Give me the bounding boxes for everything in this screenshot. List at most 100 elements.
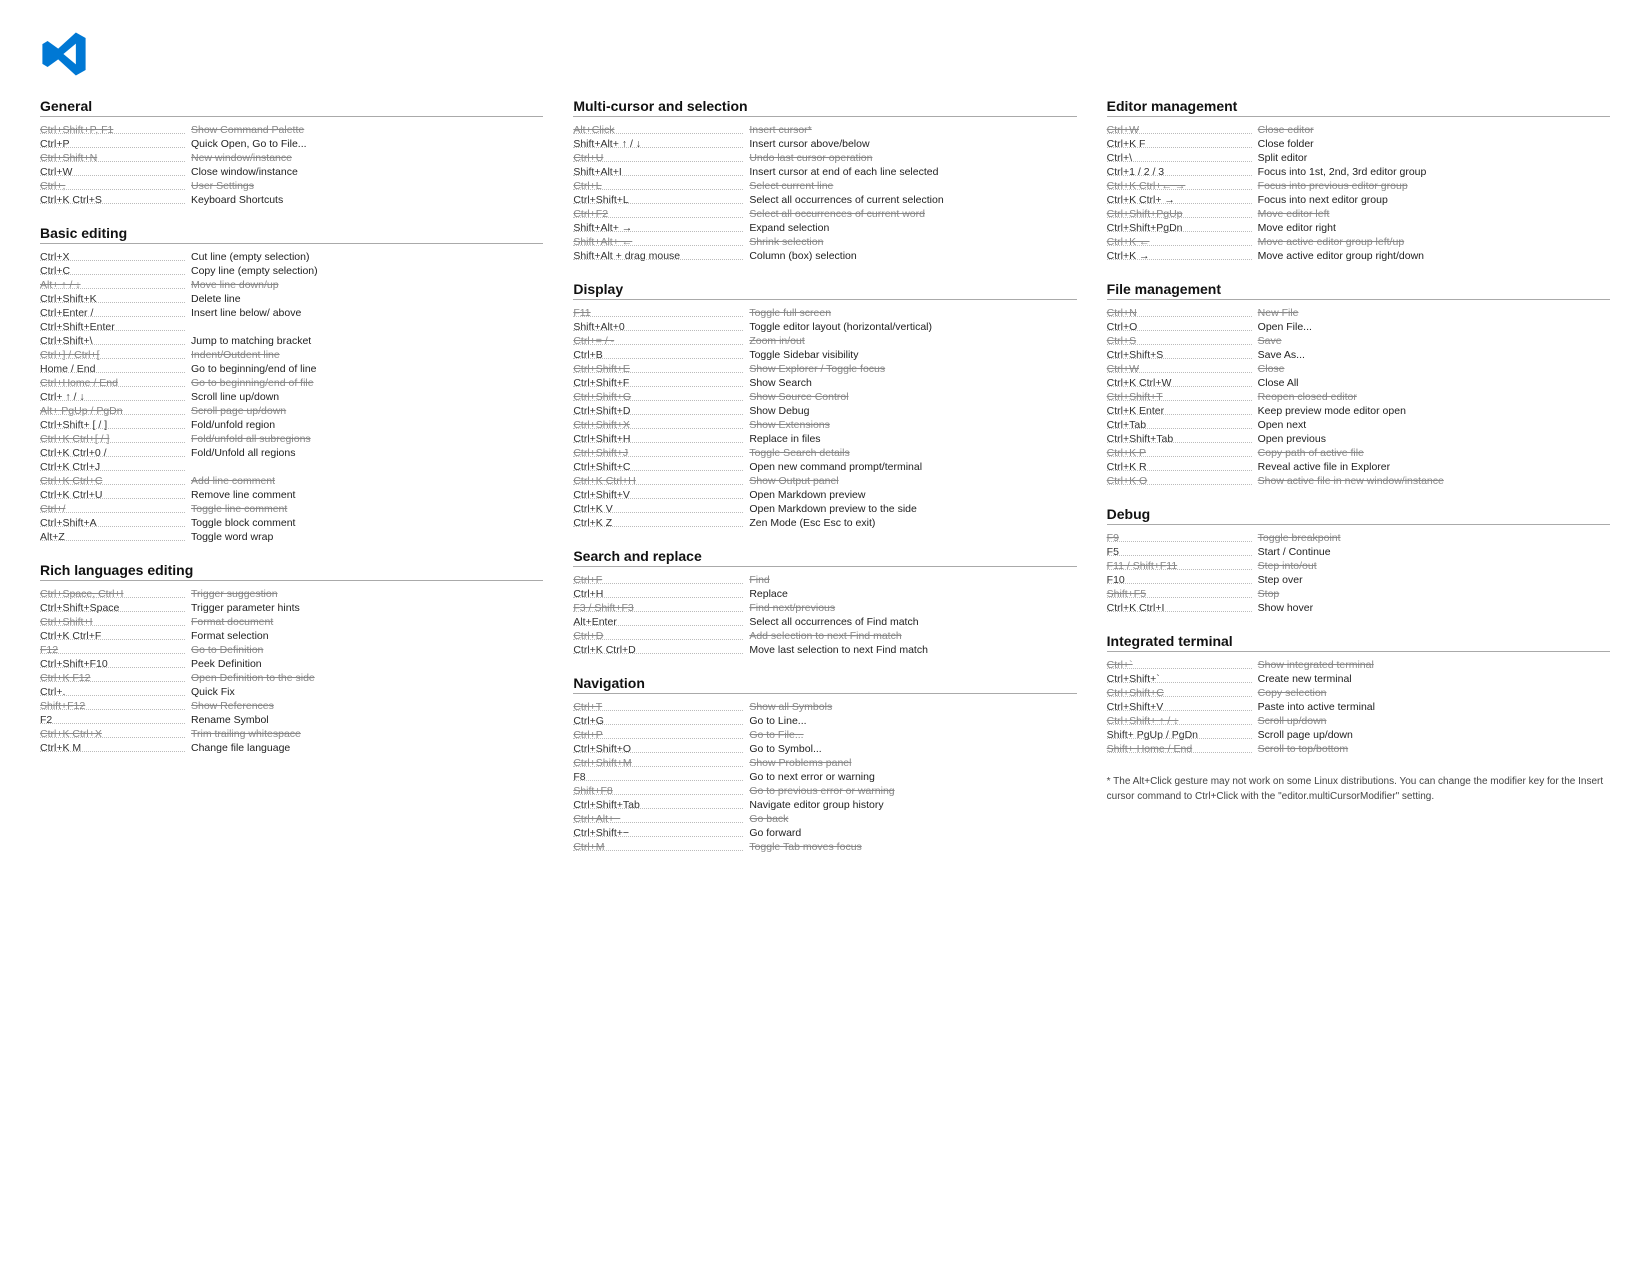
shortcut-desc: Insert cursor above/below bbox=[743, 138, 1076, 150]
shortcut-row: Alt+EnterSelect all occurrences of Find … bbox=[573, 615, 1076, 629]
shortcut-key: Ctrl+] / Ctrl+[ bbox=[40, 349, 185, 361]
shortcut-row: Ctrl+Shift+EShow Explorer / Toggle focus bbox=[573, 362, 1076, 376]
shortcut-row: Shift+Alt + drag mouseColumn (box) selec… bbox=[573, 249, 1076, 263]
shortcut-row: Ctrl+Shift+MShow Problems panel bbox=[573, 756, 1076, 770]
shortcut-key: F9 bbox=[1107, 532, 1252, 544]
shortcut-desc: Jump to matching bracket bbox=[185, 335, 543, 347]
shortcut-row: Ctrl+K Ctrl+ →Focus into next editor gro… bbox=[1107, 193, 1610, 207]
shortcut-key: Ctrl+Shift+M bbox=[573, 757, 743, 769]
shortcut-desc: Go to next error or warning bbox=[743, 771, 1076, 783]
shortcut-key: Ctrl+N bbox=[1107, 307, 1252, 319]
section-title-general: General bbox=[40, 98, 543, 117]
shortcut-desc: Expand selection bbox=[743, 222, 1076, 234]
shortcut-desc: Go to File... bbox=[743, 729, 1076, 741]
shortcut-desc: Close window/instance bbox=[185, 166, 543, 178]
shortcut-row: Ctrl+NNew File bbox=[1107, 306, 1610, 320]
shortcut-key: Ctrl+Tab bbox=[1107, 419, 1252, 431]
shortcut-desc: Go forward bbox=[743, 827, 1076, 839]
shortcut-desc: Keyboard Shortcuts bbox=[185, 194, 543, 206]
shortcut-key: Ctrl+Shift+S bbox=[1107, 349, 1252, 361]
shortcut-desc: Copy path of active file bbox=[1252, 447, 1610, 459]
shortcut-key: Ctrl+W bbox=[1107, 124, 1252, 136]
shortcut-row: Ctrl+Shift+IFormat document bbox=[40, 615, 543, 629]
section-navigation: NavigationCtrl+TShow all SymbolsCtrl+GGo… bbox=[573, 675, 1076, 854]
shortcut-desc: Show Debug bbox=[743, 405, 1076, 417]
shortcut-desc: Shrink selection bbox=[743, 236, 1076, 248]
shortcut-desc: Show References bbox=[185, 700, 543, 712]
shortcut-row: Shift+F8Go to previous error or warning bbox=[573, 784, 1076, 798]
shortcut-key: F5 bbox=[1107, 546, 1252, 558]
vscode-logo-icon bbox=[40, 30, 88, 78]
shortcut-key: Alt+ PgUp / PgDn bbox=[40, 405, 185, 417]
shortcut-desc: Toggle Search details bbox=[743, 447, 1076, 459]
shortcut-desc: Show Extensions bbox=[743, 419, 1076, 431]
shortcut-row: F11 / Shift+F11Step into/out bbox=[1107, 559, 1610, 573]
shortcut-row: Ctrl+Shift+−Go forward bbox=[573, 826, 1076, 840]
shortcut-desc: Add line comment bbox=[185, 475, 543, 487]
shortcut-desc: Open new command prompt/terminal bbox=[743, 461, 1076, 473]
shortcut-desc: Go to Line... bbox=[743, 715, 1076, 727]
shortcut-desc: Close bbox=[1252, 363, 1610, 375]
shortcut-desc: Toggle word wrap bbox=[185, 531, 543, 543]
shortcut-key: Ctrl+Shift+C bbox=[1107, 687, 1252, 699]
shortcut-desc: Scroll up/down bbox=[1252, 715, 1610, 727]
shortcut-key: Ctrl+. bbox=[40, 686, 185, 698]
shortcut-row: Ctrl+Shift+LSelect all occurrences of cu… bbox=[573, 193, 1076, 207]
shortcut-key: Shift+Alt+ ↑ / ↓ bbox=[573, 138, 743, 150]
shortcut-key: Ctrl+Shift+V bbox=[573, 489, 743, 501]
shortcut-key: Ctrl+K M bbox=[40, 742, 185, 754]
shortcut-row: Ctrl+GGo to Line... bbox=[573, 714, 1076, 728]
shortcut-key: Ctrl+T bbox=[573, 701, 743, 713]
shortcut-desc: Delete line bbox=[185, 293, 543, 305]
shortcut-row: Ctrl+Shift+HReplace in files bbox=[573, 432, 1076, 446]
shortcut-desc: Remove line comment bbox=[185, 489, 543, 501]
shortcut-row: Ctrl+K →Move active editor group right/d… bbox=[1107, 249, 1610, 263]
shortcut-key: Ctrl+, bbox=[40, 180, 185, 192]
shortcut-row: Ctrl+Shift+`Create new terminal bbox=[1107, 672, 1610, 686]
shortcut-row: Alt+ ↑ / ↓Move line down/up bbox=[40, 278, 543, 292]
shortcut-desc: New File bbox=[1252, 307, 1610, 319]
shortcut-key: F10 bbox=[1107, 574, 1252, 586]
shortcut-key: F12 bbox=[40, 644, 185, 656]
shortcut-key: Ctrl+O bbox=[1107, 321, 1252, 333]
shortcut-desc: Focus into previous editor group bbox=[1252, 180, 1610, 192]
shortcut-key: Ctrl+K V bbox=[573, 503, 743, 515]
shortcut-key: F11 / Shift+F11 bbox=[1107, 560, 1252, 572]
shortcut-desc: Go to Symbol... bbox=[743, 743, 1076, 755]
section-display: DisplayF11Toggle full screenShift+Alt+0T… bbox=[573, 281, 1076, 530]
shortcut-desc: Copy line (empty selection) bbox=[185, 265, 543, 277]
shortcut-key: Ctrl+K Ctrl+ → bbox=[1107, 194, 1252, 206]
shortcut-row: Ctrl+K Ctrl+IShow hover bbox=[1107, 601, 1610, 615]
section-rich-languages: Rich languages editingCtrl+Space, Ctrl+I… bbox=[40, 562, 543, 755]
shortcut-desc: Reveal active file in Explorer bbox=[1252, 461, 1610, 473]
section-debug: DebugF9Toggle breakpointF5Start / Contin… bbox=[1107, 506, 1610, 615]
shortcut-row: Ctrl+\Split editor bbox=[1107, 151, 1610, 165]
shortcut-desc: Step into/out bbox=[1252, 560, 1610, 572]
shortcut-desc: Insert line below/ above bbox=[185, 307, 543, 319]
shortcut-row: Ctrl+HReplace bbox=[573, 587, 1076, 601]
shortcut-row: Ctrl+Shift+AToggle block comment bbox=[40, 516, 543, 530]
shortcut-row: Ctrl+Shift+TabOpen previous bbox=[1107, 432, 1610, 446]
shortcut-row: Ctrl+K Ctrl+FFormat selection bbox=[40, 629, 543, 643]
shortcut-desc: Copy selection bbox=[1252, 687, 1610, 699]
shortcut-key: Ctrl+Shift+G bbox=[573, 391, 743, 403]
shortcut-row: Ctrl+K F12Open Definition to the side bbox=[40, 671, 543, 685]
shortcut-key: Ctrl+Shift+Space bbox=[40, 602, 185, 614]
shortcut-desc: Go to Definition bbox=[185, 644, 543, 656]
shortcut-key: Ctrl+Shift+ [ / ] bbox=[40, 419, 185, 431]
shortcut-row: Home / EndGo to beginning/end of line bbox=[40, 362, 543, 376]
section-file-management: File managementCtrl+NNew FileCtrl+OOpen … bbox=[1107, 281, 1610, 488]
shortcut-key: Ctrl+K R bbox=[1107, 461, 1252, 473]
shortcut-desc: Move line down/up bbox=[185, 279, 543, 291]
shortcut-desc: Go back bbox=[743, 813, 1076, 825]
shortcut-key: Shift+ PgUp / PgDn bbox=[1107, 729, 1252, 741]
shortcut-desc: Toggle line comment bbox=[185, 503, 543, 515]
shortcut-desc: Show Source Control bbox=[743, 391, 1076, 403]
shortcut-desc: User Settings bbox=[185, 180, 543, 192]
shortcut-row: Ctrl+TShow all Symbols bbox=[573, 700, 1076, 714]
column-2: Multi-cursor and selectionAlt+ClickInser… bbox=[573, 98, 1076, 872]
shortcut-key: Ctrl+K Ctrl+U bbox=[40, 489, 185, 501]
shortcut-row: Ctrl+= / -Zoom in/out bbox=[573, 334, 1076, 348]
shortcut-key: Ctrl+K Ctrl+W bbox=[1107, 377, 1252, 389]
shortcut-key: Ctrl+` bbox=[1107, 659, 1252, 671]
